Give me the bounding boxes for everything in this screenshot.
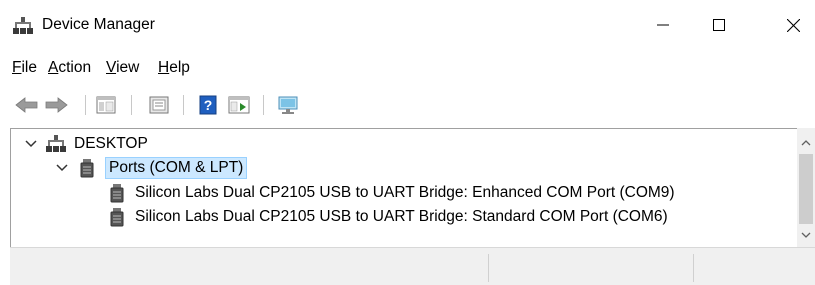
minimize-button[interactable]: [640, 0, 686, 50]
close-button[interactable]: [770, 0, 815, 50]
properties-button[interactable]: [146, 92, 172, 118]
port-icon: [107, 183, 127, 203]
minimize-icon: [657, 24, 669, 26]
chevron-down-icon[interactable]: [24, 137, 38, 151]
toolbar: ?: [0, 88, 815, 122]
toolbar-separator: [85, 95, 86, 115]
toolbar-separator: [183, 95, 184, 115]
tree-node-label: Silicon Labs Dual CP2105 USB to UART Bri…: [135, 184, 675, 201]
chevron-down-icon[interactable]: [55, 161, 69, 175]
computer-icon: [46, 134, 66, 154]
menu-view[interactable]: View: [106, 58, 139, 78]
tree-node-ports[interactable]: Ports (COM & LPT): [55, 156, 248, 180]
device-manager-app-icon: [13, 16, 33, 36]
port-icon: [77, 158, 97, 178]
title-bar[interactable]: Device Manager: [0, 0, 815, 50]
toolbar-separator: [131, 95, 132, 115]
show-hide-console-tree-button[interactable]: [93, 92, 119, 118]
chevron-down-icon: [801, 232, 811, 238]
window-title: Device Manager: [42, 16, 155, 33]
forward-icon: [45, 97, 68, 113]
status-bar: [10, 247, 815, 285]
chevron-up-icon: [801, 139, 811, 145]
tree-node-label: DESKTOP: [74, 135, 148, 152]
scroll-up-button[interactable]: [797, 134, 815, 151]
menu-help[interactable]: Help: [158, 58, 190, 78]
menu-action[interactable]: Action: [48, 58, 91, 78]
maximize-icon: [713, 19, 725, 31]
scroll-down-button[interactable]: [797, 226, 815, 243]
scan-hardware-changes-icon: [278, 96, 298, 114]
maximize-button[interactable]: [696, 0, 742, 50]
close-icon: [786, 18, 800, 32]
back-icon: [15, 97, 38, 113]
properties-icon: [149, 96, 169, 114]
scan-hardware-changes-button[interactable]: [275, 92, 301, 118]
tree-node-label: Ports (COM & LPT): [105, 157, 248, 179]
device-tree[interactable]: DESKTOP Ports (COM & LPT) Silicon Labs D…: [10, 128, 815, 247]
menu-file[interactable]: File: [12, 58, 37, 78]
action-pane-icon: [228, 96, 250, 114]
forward-button[interactable]: [43, 92, 69, 118]
status-pane-divider: [693, 254, 694, 282]
help-button[interactable]: ?: [195, 92, 221, 118]
tree-node-device[interactable]: Silicon Labs Dual CP2105 USB to UART Bri…: [107, 181, 675, 205]
svg-text:?: ?: [204, 97, 213, 113]
action-pane-button[interactable]: [226, 92, 252, 118]
status-pane-divider: [488, 254, 489, 282]
scrollbar-thumb[interactable]: [799, 154, 813, 224]
tree-node-device[interactable]: Silicon Labs Dual CP2105 USB to UART Bri…: [107, 205, 668, 229]
help-icon: ?: [199, 95, 217, 115]
vertical-scrollbar[interactable]: [797, 128, 815, 247]
tree-node-root[interactable]: DESKTOP: [24, 132, 148, 156]
back-button[interactable]: [14, 92, 40, 118]
menu-bar: File Action View Help: [0, 54, 815, 82]
toolbar-separator: [263, 95, 264, 115]
tree-node-label: Silicon Labs Dual CP2105 USB to UART Bri…: [135, 208, 668, 225]
show-hide-console-tree-icon: [96, 96, 116, 114]
port-icon: [107, 207, 127, 227]
